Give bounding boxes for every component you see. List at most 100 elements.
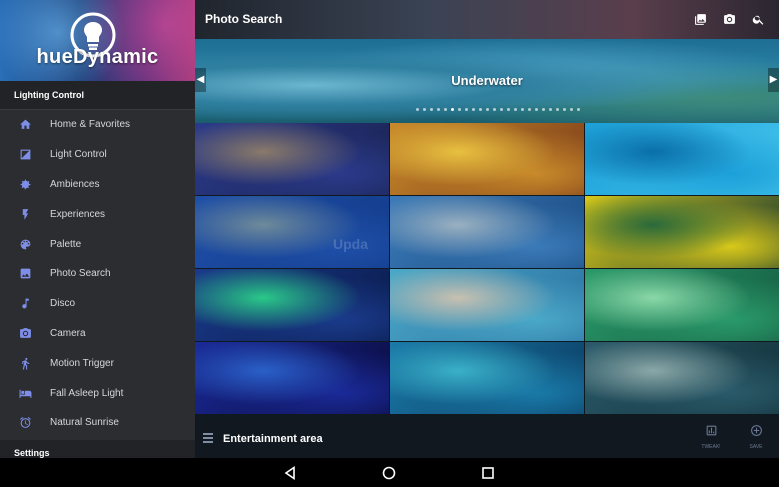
carousel-dot[interactable] [416, 108, 419, 111]
drawer-nav-list: Home & Favorites Light Control Ambiences… [0, 110, 195, 438]
nav-item-fall-asleep-light[interactable]: Fall Asleep Light [0, 378, 195, 408]
carousel-dot[interactable] [444, 108, 447, 111]
system-navigation-bar [0, 458, 779, 487]
vortex-tile[interactable] [195, 342, 389, 414]
rope-texture-tile[interactable] [585, 342, 779, 414]
banner-title: Underwater [451, 73, 523, 88]
carousel-dot[interactable] [514, 108, 517, 111]
carousel-dot[interactable] [577, 108, 580, 111]
save-label: SAVE [749, 444, 763, 450]
stingray-tile[interactable] [195, 196, 389, 268]
alarm-icon [0, 416, 50, 429]
search-icon [752, 15, 764, 25]
walk-icon [0, 357, 50, 370]
nav-item-camera[interactable]: Camera [0, 319, 195, 349]
photo-grid [195, 123, 779, 423]
nav-item-label: Fall Asleep Light [50, 387, 124, 399]
app-name: hueDynamic [36, 46, 159, 68]
app-window: hueDynamic Lighting Control Home & Favor… [0, 0, 779, 458]
carousel-dot[interactable] [500, 108, 503, 111]
nav-item-label: Light Control [50, 149, 107, 161]
gallery-button[interactable] [686, 5, 715, 35]
carousel-dot[interactable] [556, 108, 559, 111]
chevron-right-icon: ▶ [769, 74, 778, 85]
save-button[interactable]: SAVE [742, 424, 770, 454]
nav-item-home[interactable]: Home & Favorites [0, 110, 195, 140]
navigation-drawer: hueDynamic Lighting Control Home & Favor… [0, 0, 195, 458]
app-bar: Photo Search [195, 0, 779, 39]
photo-icon [0, 267, 50, 280]
nav-item-ambiences[interactable]: Ambiences [0, 170, 195, 200]
flash-icon [0, 208, 50, 221]
home-icon [0, 118, 50, 131]
section-settings[interactable]: Settings [0, 440, 195, 458]
nav-item-photo-search[interactable]: Photo Search [0, 259, 195, 289]
nav-item-disco[interactable]: Disco [0, 289, 195, 319]
moray-eel-tile[interactable] [195, 123, 389, 195]
nav-item-label: Experiences [50, 208, 106, 220]
carousel-dot[interactable] [493, 108, 496, 111]
tweak-label: TWEAK! [701, 444, 721, 450]
nav-item-label: Motion Trigger [50, 357, 114, 369]
recents-square-icon [482, 467, 494, 479]
entertainment-area-title[interactable]: Entertainment area [223, 420, 323, 458]
back-triangle-icon [284, 465, 295, 481]
carousel-dot[interactable] [472, 108, 475, 111]
reef-fish-tile[interactable] [390, 269, 584, 341]
carousel-dot[interactable] [507, 108, 510, 111]
carousel-dot[interactable] [535, 108, 538, 111]
watermark-text: Upda [333, 236, 368, 252]
carousel-dot[interactable] [465, 108, 468, 111]
carousel-dot[interactable] [430, 108, 433, 111]
tweak-button[interactable]: TWEAK! [697, 424, 725, 454]
nav-item-label: Camera [50, 327, 86, 339]
recents-button[interactable] [480, 465, 496, 481]
section-lighting-control: Lighting Control [0, 81, 195, 110]
carousel-dot[interactable] [542, 108, 545, 111]
camera-button[interactable] [715, 5, 744, 35]
bed-icon [0, 387, 50, 400]
carousel-dot[interactable] [570, 108, 573, 111]
page-title: Photo Search [205, 12, 283, 26]
menu-icon[interactable] [203, 433, 213, 443]
gallery-icon [695, 14, 706, 25]
carousel-dot[interactable] [451, 108, 454, 111]
nav-item-label: Natural Sunrise [50, 417, 119, 429]
category-banner[interactable]: ◀ Underwater ▶ [195, 39, 779, 123]
nav-item-light-control[interactable]: Light Control [0, 140, 195, 170]
carousel-dot[interactable] [486, 108, 489, 111]
nav-item-natural-sunrise[interactable]: Natural Sunrise [0, 408, 195, 438]
water-drops-tile[interactable] [585, 123, 779, 195]
next-category-button[interactable]: ▶ [768, 68, 779, 92]
carousel-dot[interactable] [423, 108, 426, 111]
ocean-surface-tile[interactable] [390, 342, 584, 414]
nav-item-label: Disco [50, 298, 76, 310]
app-bar-actions [686, 0, 773, 39]
nav-item-motion-trigger[interactable]: Motion Trigger [0, 348, 195, 378]
camera-icon [0, 327, 50, 340]
carousel-dot[interactable] [458, 108, 461, 111]
carousel-dot[interactable] [549, 108, 552, 111]
nav-item-label: Home & Favorites [50, 119, 131, 131]
carousel-dot[interactable] [563, 108, 566, 111]
coral-reef-tile[interactable] [195, 269, 389, 341]
koi-fish-tile[interactable] [390, 123, 584, 195]
carousel-dot[interactable] [437, 108, 440, 111]
add-circle-icon [750, 425, 762, 436]
camera-icon [724, 14, 735, 24]
carousel-dot[interactable] [528, 108, 531, 111]
back-button[interactable] [282, 465, 298, 481]
carousel-dot[interactable] [479, 108, 482, 111]
entertainment-bar: Entertainment area TWEAK! SAVE [195, 420, 779, 458]
shark-tile[interactable] [390, 196, 584, 268]
home-button[interactable] [381, 465, 397, 481]
home-circle-icon [382, 466, 396, 480]
nav-item-experiences[interactable]: Experiences [0, 199, 195, 229]
nav-item-palette[interactable]: Palette [0, 229, 195, 259]
main-content: Photo Search ◀ Underwater ▶ Upda Enterta… [195, 0, 779, 458]
nav-item-label: Ambiences [50, 178, 100, 190]
green-pattern-tile[interactable] [585, 269, 779, 341]
yellow-fish-tile[interactable] [585, 196, 779, 268]
carousel-dot[interactable] [521, 108, 524, 111]
search-button[interactable] [744, 5, 773, 35]
